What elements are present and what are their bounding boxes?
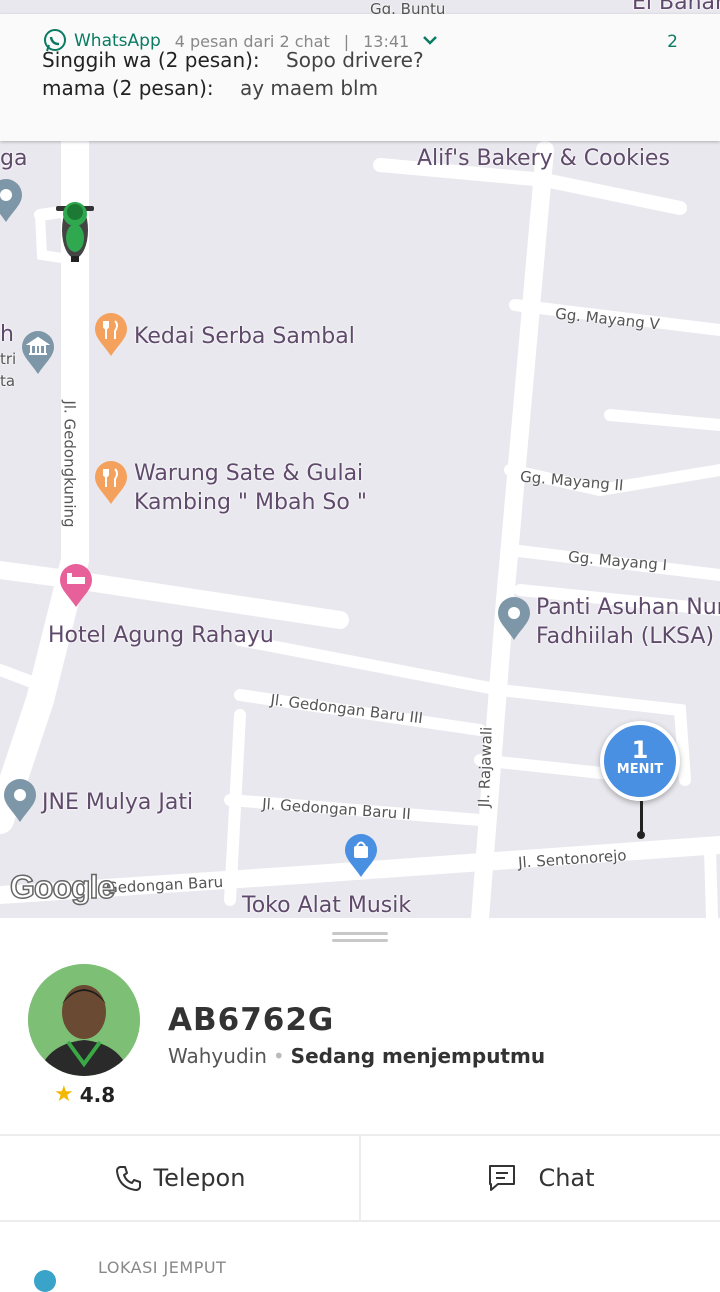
call-button[interactable]: Telepon — [0, 1136, 359, 1220]
license-plate: AB6762G — [168, 1002, 335, 1038]
message-text: ay maem blm — [239, 76, 379, 100]
chat-icon — [489, 1165, 516, 1191]
driver-status-line: Wahyudin • Sedang menjemputmu — [168, 1044, 545, 1068]
poi-label: h — [0, 322, 14, 347]
street-label: ta — [0, 372, 16, 390]
chat-button-label: Chat — [538, 1164, 595, 1192]
phone-icon — [115, 1166, 141, 1191]
restaurant-icon[interactable] — [93, 312, 129, 358]
street-label: Jl. Gedongkuning — [60, 400, 79, 528]
star-icon: ★ — [54, 1082, 74, 1107]
chevron-down-icon[interactable] — [419, 33, 441, 49]
driver-avatar[interactable] — [28, 964, 140, 1076]
eta-marker[interactable]: 1 MENIT — [600, 721, 680, 801]
poi-label: ga — [0, 146, 28, 171]
pickup-point-dot — [637, 831, 645, 839]
restaurant-icon[interactable] — [93, 460, 129, 506]
rating-value: 4.8 — [79, 1082, 116, 1107]
trip-status: Sedang menjemputmu — [290, 1044, 546, 1068]
hotel-icon[interactable] — [58, 563, 94, 609]
shopping-bag-icon[interactable] — [343, 833, 379, 879]
poi-label[interactable]: Toko Alat Musik — [242, 891, 411, 918]
whatsapp-notification[interactable]: WhatsApp 4 pesan dari 2 chat | 13:41 2 S… — [0, 14, 720, 141]
place-pin-icon[interactable] — [496, 596, 532, 642]
place-pin-icon[interactable] — [2, 778, 38, 824]
poi-label[interactable]: Kambing " Mbah So " — [134, 488, 367, 517]
driver-info-sheet: ★ 4.8 AB6762G Wahyudin • Sedang menjemputm… — [0, 918, 720, 1292]
message-sender: mama (2 pesan): — [42, 76, 214, 100]
notification-message: mama (2 pesan): ay maem blm — [42, 76, 378, 100]
driver-rating: ★ 4.8 — [54, 1082, 115, 1107]
poi-label[interactable]: Fadhiilah (LKSA) — [536, 622, 714, 651]
chat-button[interactable]: Chat — [361, 1136, 720, 1220]
driver-photo — [28, 964, 140, 1076]
notification-count: 2 — [667, 32, 678, 52]
drag-handle[interactable] — [332, 932, 388, 944]
poi-label[interactable]: Panti Asuhan Nur — [536, 593, 720, 622]
eta-unit: MENIT — [616, 762, 664, 777]
poi-label[interactable]: Alif's Bakery & Cookies — [417, 144, 670, 173]
notification-message: Singgih wa (2 pesan): Sopo drivere? — [42, 48, 424, 72]
message-sender: Singgih wa (2 pesan): — [42, 48, 260, 72]
eta-value: 1 — [631, 736, 649, 764]
street-label: Jl. Rajawali — [474, 726, 496, 808]
driver-motorbike-icon — [56, 202, 94, 262]
eta-marker-stem — [640, 801, 643, 834]
poi-label[interactable]: Hotel Agung Rahayu — [48, 621, 274, 650]
message-text: Sopo drivere? — [286, 48, 424, 72]
museum-icon[interactable] — [20, 330, 56, 376]
place-pin-icon[interactable] — [0, 178, 24, 224]
poi-label[interactable]: Kedai Serba Sambal — [134, 322, 355, 351]
divider — [0, 1220, 720, 1222]
call-button-label: Telepon — [153, 1164, 246, 1192]
poi-label[interactable]: JNE Mulya Jati — [42, 788, 193, 817]
street-label: tri — [0, 350, 17, 368]
google-logo: Google — [9, 868, 116, 906]
pickup-location-label: LOKASI JEMPUT — [98, 1258, 227, 1277]
poi-label[interactable]: Warung Sate & Gulai — [134, 459, 363, 488]
pickup-location-icon — [34, 1270, 56, 1292]
driver-name: Wahyudin — [168, 1044, 267, 1068]
dot-separator: • — [272, 1044, 285, 1068]
